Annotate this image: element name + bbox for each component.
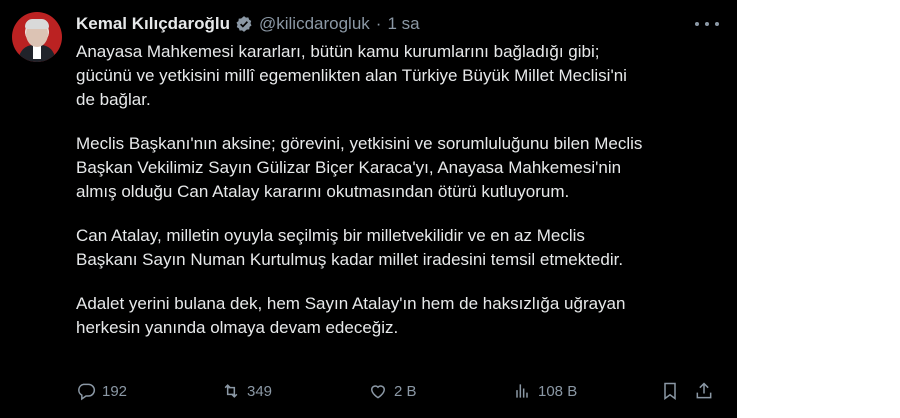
reply-icon	[78, 383, 96, 401]
share-button[interactable]	[694, 378, 720, 404]
tweet-paragraph: Meclis Başkanı'nın aksine; görevini, yet…	[76, 134, 643, 201]
tweet-card[interactable]: Kemal Kılıçdaroğlu @kilicdarogluk · 1 sa…	[0, 0, 737, 418]
more-options-icon[interactable]	[695, 14, 719, 34]
retweet-button[interactable]: 349	[221, 378, 272, 404]
separator-dot: ·	[375, 14, 382, 33]
tweet-header: Kemal Kılıçdaroğlu @kilicdarogluk · 1 sa	[76, 12, 420, 36]
reply-count: 192	[102, 382, 128, 400]
retweet-icon	[224, 384, 238, 398]
verified-badge-icon	[236, 16, 252, 32]
tweet-paragraph: Anayasa Mahkemesi kararları, bütün kamu …	[76, 42, 627, 109]
tweet-text: Anayasa Mahkemesi kararları, bütün kamu …	[76, 40, 716, 360]
avatar[interactable]	[12, 12, 62, 62]
views-button[interactable]: 108 B	[512, 378, 577, 404]
views-count: 108 B	[538, 382, 578, 400]
retweet-count: 349	[247, 382, 273, 400]
bookmark-button[interactable]	[660, 378, 686, 404]
action-bar: 192 349 2 B 108 B	[76, 378, 716, 404]
like-button[interactable]: 2 B	[368, 378, 417, 404]
timestamp[interactable]: 1 sa	[387, 14, 419, 34]
share-icon	[696, 382, 712, 399]
views-chart-icon	[516, 384, 528, 398]
author-name[interactable]: Kemal Kılıçdaroğlu	[76, 14, 230, 34]
bookmark-icon	[664, 382, 676, 400]
heart-icon	[370, 385, 386, 399]
author-handle[interactable]: @kilicdarogluk	[259, 14, 370, 34]
tweet-paragraph: Adalet yerini bulana dek, hem Sayın Atal…	[76, 294, 626, 337]
reply-button[interactable]: 192	[76, 378, 127, 404]
tweet-paragraph: Can Atalay, milletin oyuyla seçilmiş bir…	[76, 226, 624, 269]
like-count: 2 B	[394, 382, 417, 400]
